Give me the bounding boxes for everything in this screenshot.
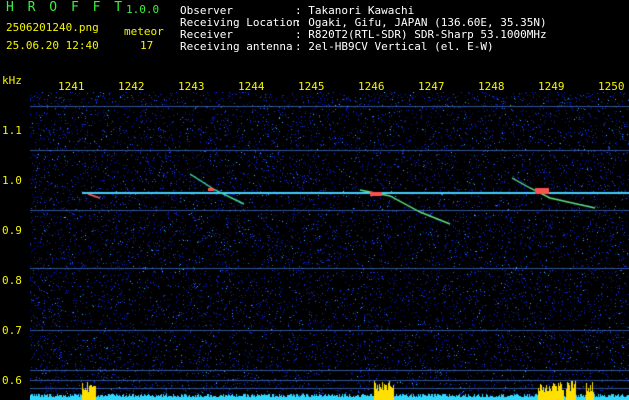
y-tick-0.8: 0.8	[2, 274, 22, 287]
app-name: H R O F F T	[6, 0, 126, 15]
y-tick-0.9: 0.9	[2, 224, 22, 237]
meteor-count: 17	[140, 39, 154, 52]
y-tick-1.0: 1.0	[2, 174, 22, 187]
file-name: 2506201240.png	[6, 21, 99, 34]
app-version: 1.0.0	[126, 3, 160, 16]
file-datetime: 25.06.20 12:40	[6, 39, 99, 52]
y-tick-0.6: 0.6	[2, 374, 22, 387]
spectrogram-waterfall	[30, 92, 629, 400]
spectrogram-canvas	[30, 92, 629, 400]
y-axis-unit: kHz	[2, 74, 22, 87]
info-value-antenna: : 2el-HB9CV Vertical (el. E-W)	[295, 40, 494, 53]
y-tick-1.1: 1.1	[2, 124, 22, 137]
header-panel: H R O F F T 1.0.0 2506201240.png 25.06.2…	[0, 0, 629, 72]
meteor-label: meteor	[124, 25, 164, 38]
y-tick-0.7: 0.7	[2, 324, 22, 337]
info-key-antenna: Receiving antenna	[180, 40, 293, 53]
